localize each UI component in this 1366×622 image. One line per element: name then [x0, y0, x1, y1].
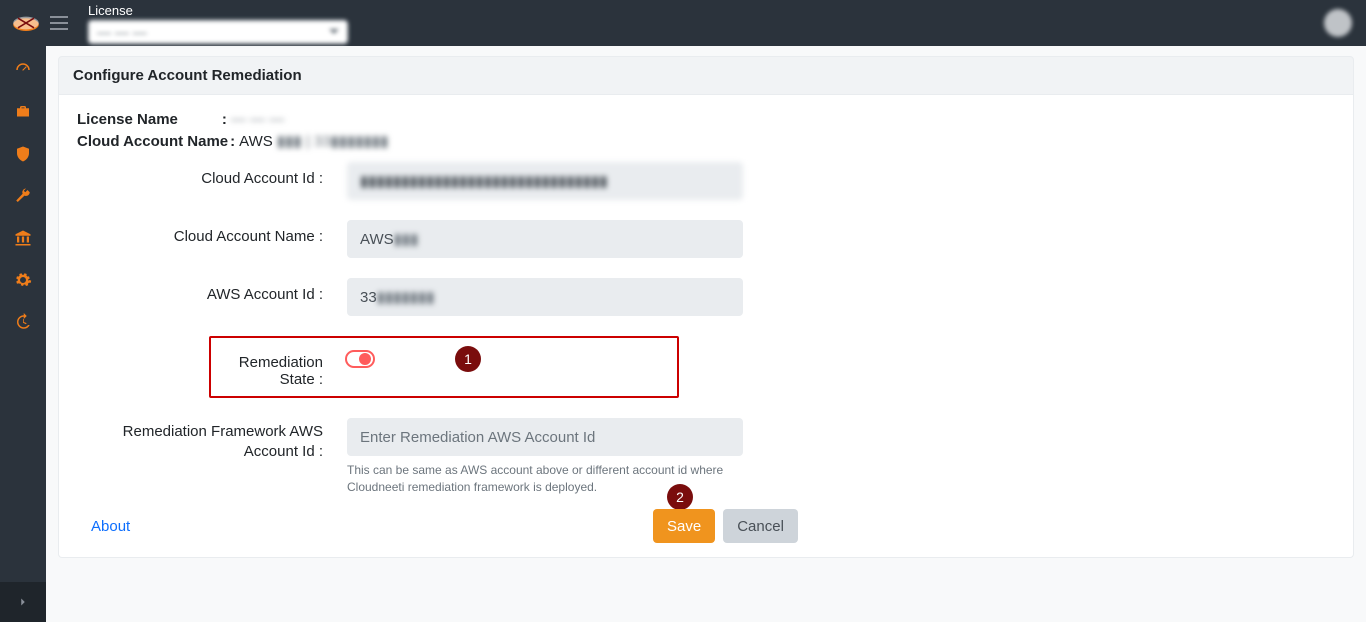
wrench-icon[interactable]: [13, 186, 33, 206]
cloud-account-name-label: Cloud Account Name: [77, 133, 228, 150]
aws-account-id-row: AWS Account Id : 33▮▮▮▮▮▮▮: [77, 278, 1335, 316]
app-logo-icon: [10, 13, 42, 33]
gear-icon[interactable]: [13, 270, 33, 290]
expand-nav-button[interactable]: [0, 582, 46, 622]
license-dropdown[interactable]: — — —: [88, 20, 348, 44]
about-link[interactable]: About: [91, 518, 130, 535]
side-nav: [0, 46, 46, 622]
cloud-account-name-row: Cloud Account Name : AWS ▮▮▮ | 33▮▮▮▮▮▮▮: [77, 132, 1335, 150]
institution-icon[interactable]: [13, 228, 33, 248]
remediation-state-label: Remediation State :: [211, 346, 345, 388]
cloud-account-name-form-value: AWS▮▮▮: [347, 220, 743, 258]
topbar: License — — —: [0, 0, 1366, 46]
briefcase-icon[interactable]: [13, 102, 33, 122]
page-title: Configure Account Remediation: [58, 56, 1354, 95]
cloud-account-name-rest: ▮▮▮ | 33▮▮▮▮▮▮▮: [277, 133, 388, 150]
remediation-state-toggle[interactable]: [345, 350, 375, 368]
content-area: Configure Account Remediation License Na…: [46, 46, 1366, 622]
shield-icon[interactable]: [13, 144, 33, 164]
aws-account-id-value: 33▮▮▮▮▮▮▮: [347, 278, 743, 316]
remediation-fw-input[interactable]: [347, 418, 743, 456]
panel-body: License Name : — — — Cloud Account Name …: [58, 95, 1354, 558]
history-icon[interactable]: [13, 312, 33, 332]
dashboard-icon[interactable]: [13, 60, 33, 80]
license-name-value: — — —: [231, 111, 284, 128]
aws-account-id-label: AWS Account Id :: [77, 278, 347, 303]
cloud-account-name-form-label: Cloud Account Name :: [77, 220, 347, 245]
toggle-knob: [359, 353, 371, 365]
chevron-down-icon: [329, 29, 339, 34]
menu-toggle-icon[interactable]: [50, 12, 72, 34]
avatar[interactable]: [1324, 9, 1352, 37]
remediation-fw-row: Remediation Framework AWS Account Id : T…: [77, 418, 1335, 496]
remediation-state-row: Remediation State : 1: [209, 336, 679, 398]
license-name-row: License Name : — — —: [77, 111, 1335, 128]
remediation-form: Cloud Account Id : ▮▮▮▮▮▮▮▮▮▮▮▮▮▮▮▮▮▮▮▮▮…: [77, 162, 1335, 535]
cloud-account-name-prefix: AWS: [239, 133, 273, 150]
step-badge-2: 2: [667, 484, 693, 510]
license-label: License: [88, 3, 348, 18]
step-badge-1: 1: [455, 346, 481, 372]
save-button[interactable]: Save: [653, 509, 715, 543]
cancel-button[interactable]: Cancel: [723, 509, 798, 543]
cloud-account-id-label: Cloud Account Id :: [77, 162, 347, 187]
remediation-fw-label: Remediation Framework AWS Account Id :: [77, 418, 347, 461]
actions-row: 2 About Save Cancel: [77, 518, 1335, 535]
cloud-account-id-value: ▮▮▮▮▮▮▮▮▮▮▮▮▮▮▮▮▮▮▮▮▮▮▮▮▮▮▮▮▮▮: [347, 162, 743, 200]
license-name-label: License Name: [77, 111, 178, 128]
license-selected-text: — — —: [97, 24, 147, 40]
license-selector: License — — —: [88, 3, 348, 44]
cloud-account-id-row: Cloud Account Id : ▮▮▮▮▮▮▮▮▮▮▮▮▮▮▮▮▮▮▮▮▮…: [77, 162, 1335, 200]
cloud-account-name-form-row: Cloud Account Name : AWS▮▮▮: [77, 220, 1335, 258]
